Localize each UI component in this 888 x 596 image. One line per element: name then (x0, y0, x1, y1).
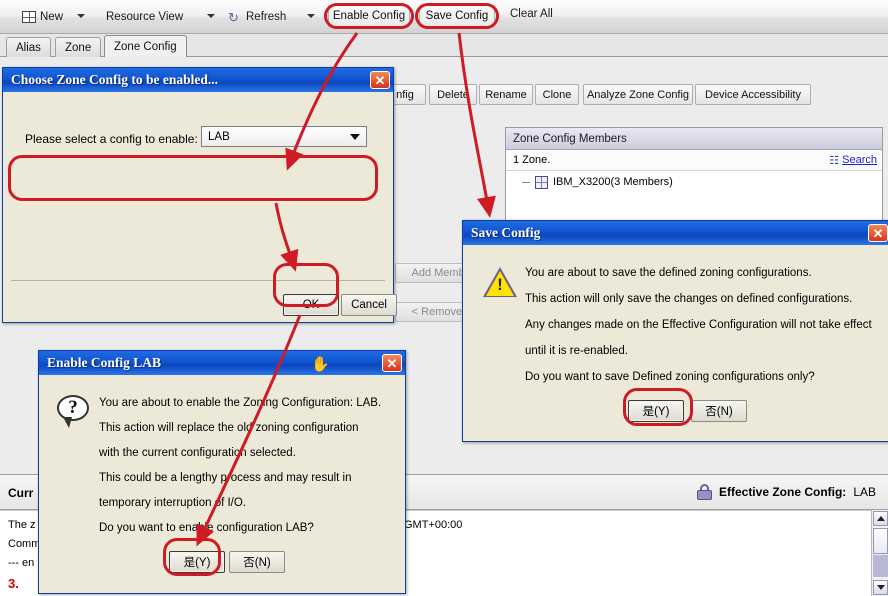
close-icon[interactable]: ✕ (382, 354, 402, 372)
enable-no-button[interactable]: 否(N) (229, 551, 285, 573)
dialog-separator (11, 280, 385, 281)
new-dropdown-caret-icon[interactable] (77, 14, 85, 18)
chevron-down-icon (350, 133, 360, 140)
choose-dialog-titlebar[interactable]: Choose Zone Config to be enabled... ✕ (3, 68, 393, 92)
enable-message-line: This action will replace the old zoning … (99, 422, 359, 434)
save-yes-button[interactable]: 是(Y) (628, 400, 684, 422)
zone-count-label: 1 Zone. (513, 154, 551, 166)
save-message-line: Do you want to save Defined zoning confi… (525, 371, 815, 383)
enable-message-line: This could be a lengthy process and may … (99, 472, 352, 484)
save-message-line: until it is re-enabled. (525, 345, 628, 357)
save-config-dialog: Save Config ✕ ! You are about to save th… (462, 220, 888, 442)
search-label: Search (842, 154, 877, 166)
toolbar-new-label: New (40, 11, 64, 23)
enable-message-line: temporary interruption of I/O. (99, 497, 247, 509)
log-line: The z (8, 519, 36, 531)
enable-message-line: with the current configuration selected. (99, 447, 296, 459)
refresh-icon: ↻ (228, 9, 239, 25)
enable-dialog-title: Enable Config LAB (47, 355, 162, 370)
tab-alias[interactable]: Alias (6, 37, 51, 57)
save-dialog-title: Save Config (471, 225, 541, 240)
clone-button[interactable]: Clone (535, 84, 579, 105)
clear-all-button[interactable]: Clear All (510, 8, 553, 20)
rename-button[interactable]: Rename (479, 84, 533, 105)
toolbar-refresh-label: Refresh (246, 11, 287, 23)
enable-config-dialog: Enable Config LAB ✕ ? You are about to e… (38, 350, 406, 594)
save-dialog-titlebar[interactable]: Save Config ✕ (463, 221, 888, 245)
zone-config-members-subheader: 1 Zone. ☷ Search (506, 150, 882, 171)
toolbar-resource-view[interactable]: Resource View (106, 7, 183, 27)
new-icon (22, 11, 36, 23)
save-message-line: This action will only save the changes o… (525, 293, 853, 305)
save-message-line: You are about to save the defined zoning… (525, 267, 812, 279)
lock-icon (696, 484, 712, 500)
effective-zone-config-group: Effective Zone Config: LAB (696, 484, 876, 500)
close-icon[interactable]: ✕ (868, 224, 888, 242)
binoculars-icon: ☷ (829, 154, 840, 167)
scroll-up-arrow-icon[interactable] (873, 511, 888, 526)
list-item[interactable]: IBM_X3200(3 Members) (506, 171, 882, 193)
analyze-zone-config-button[interactable]: Analyze Zone Config (583, 84, 693, 105)
tab-strip: Alias Zone Zone Config (0, 34, 888, 57)
enable-dialog-titlebar[interactable]: Enable Config LAB ✕ (39, 351, 405, 375)
config-select-value: LAB (208, 130, 230, 143)
warning-icon: ! (483, 267, 517, 298)
enable-message-line: You are about to enable the Zoning Confi… (99, 397, 382, 409)
screen-root: New Resource View ↻ Refresh Enable Confi… (0, 0, 888, 596)
main-toolbar: New Resource View ↻ Refresh Enable Confi… (0, 0, 888, 34)
cancel-button[interactable]: Cancel (341, 294, 397, 316)
ok-button[interactable]: OK (283, 294, 339, 316)
log-vertical-scrollbar[interactable] (871, 510, 888, 596)
enable-message-line: Do you want to enable configuration LAB? (99, 522, 314, 534)
tab-zone[interactable]: Zone (55, 37, 102, 57)
choose-dialog-title: Choose Zone Config to be enabled... (11, 72, 219, 87)
log-line: --- en (8, 557, 35, 569)
enable-config-button[interactable]: Enable Config (328, 5, 410, 27)
choose-config-prompt: Please select a config to enable: (25, 132, 198, 146)
close-icon[interactable]: ✕ (370, 71, 390, 89)
enable-dialog-body: ? You are about to enable the Zoning Con… (39, 375, 405, 595)
log-line: 3. (8, 576, 19, 591)
log-line: Comm (8, 538, 41, 550)
tree-connector-icon (522, 181, 530, 183)
choose-dialog-body: Please select a config to enable: LAB OK… (3, 92, 397, 324)
mouse-cursor-hand-icon: ✋ (311, 356, 330, 373)
zone-grid-icon (535, 175, 548, 189)
resource-view-dropdown-caret-icon[interactable] (207, 14, 215, 18)
scroll-thumb[interactable] (873, 528, 888, 554)
device-accessibility-button[interactable]: Device Accessibility (695, 84, 811, 105)
toolbar-resource-view-label: Resource View (106, 11, 184, 23)
delete-button[interactable]: Delete (429, 84, 477, 105)
current-label: Curr (8, 486, 34, 500)
effective-zone-config-label: Effective Zone Config: (718, 485, 847, 499)
toolbar-new[interactable]: New (22, 7, 63, 27)
config-select[interactable]: LAB (201, 126, 367, 147)
save-no-button[interactable]: 否(N) (691, 400, 747, 422)
zone-config-members-title: Zone Config Members (506, 128, 882, 150)
zone-member-label: IBM_X3200(3 Members) (553, 176, 673, 188)
effective-zone-config-value: LAB (853, 485, 876, 499)
save-message-line: Any changes made on the Effective Config… (525, 319, 872, 331)
refresh-dropdown-caret-icon[interactable] (307, 14, 315, 18)
scroll-track[interactable] (873, 555, 888, 577)
save-dialog-body: ! You are about to save the defined zoni… (463, 245, 888, 443)
choose-zone-config-dialog: Choose Zone Config to be enabled... ✕ Pl… (2, 67, 397, 324)
enable-yes-button[interactable]: 是(Y) (169, 551, 225, 573)
save-config-button[interactable]: Save Config (419, 5, 495, 27)
toolbar-refresh[interactable]: ↻ Refresh (228, 7, 286, 27)
zone-config-members-panel: Zone Config Members 1 Zone. ☷ Search IBM… (505, 127, 883, 223)
scroll-down-arrow-icon[interactable] (873, 580, 888, 595)
question-icon: ? (57, 395, 93, 428)
search-link[interactable]: ☷ Search (829, 154, 877, 167)
log-timestamp: GMT+00:00 (404, 519, 463, 531)
tab-zone-config[interactable]: Zone Config (104, 35, 187, 57)
